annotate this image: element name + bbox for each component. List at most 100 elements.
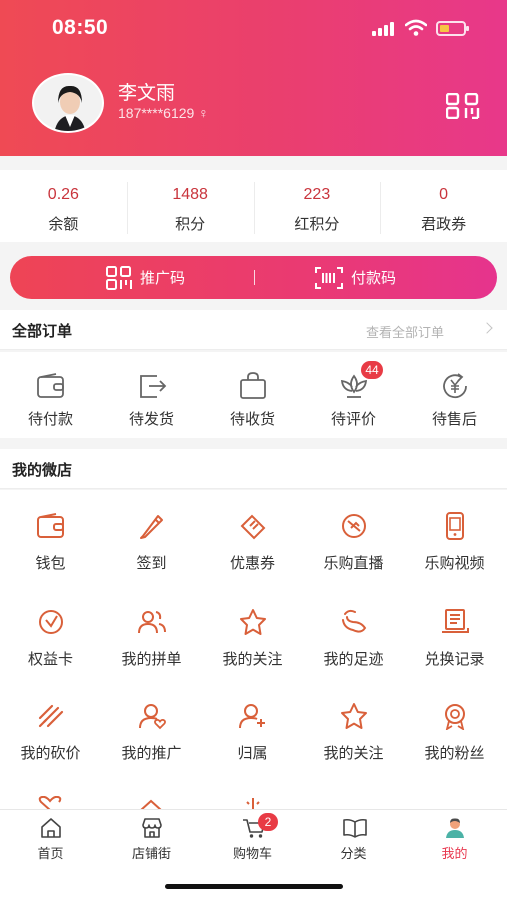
shop-item-label: 我的足迹 [323,651,384,668]
stat-value: 0.26 [47,186,79,203]
coupon-icon [240,514,266,540]
barcode-icon [315,266,343,289]
tab-home[interactable]: 首页 [0,810,101,870]
group-icon [138,611,166,634]
promo-code-button[interactable]: 推广码 [106,256,185,299]
yen-refresh-icon [443,373,467,399]
home-indicator[interactable] [165,884,343,889]
view-all-orders-link[interactable]: 查看全部订单 [366,322,444,341]
shop-item-label: 乐购直播 [323,555,384,572]
stat-points[interactable]: 1488 积分 [126,170,254,242]
wifi-icon [405,19,427,36]
stat-label: 积分 [175,216,206,233]
shop-item-wallet[interactable]: 钱包 [0,490,101,586]
profile-page: 08:50 李文雨 187****6129 ♀ 0.26 余额 1488 积分 … [0,0,507,900]
pay-code-button[interactable]: 付款码 [315,256,396,299]
person-icon [446,818,464,838]
order-status-row: 待付款 待发货 待收货 44 待评价 待售后 [0,352,507,438]
order-after-sales[interactable]: 待售后 [404,352,505,438]
stat-value: 1488 [172,186,208,203]
stat-label: 余额 [48,216,79,233]
home-icon [41,818,61,838]
shop-header: 我的微店 [0,449,507,489]
user-name: 李文雨 [118,83,176,104]
shop-item-checkin[interactable]: 签到 [101,490,202,586]
shop-item-follow-2[interactable]: 我的关注 [303,680,404,776]
phone-icon [446,512,464,540]
tab-label: 店铺街 [131,846,171,861]
tab-mine[interactable]: 我的 [404,810,505,870]
battery-icon [436,21,469,36]
footprint-icon [342,609,367,633]
shop-item-promotion[interactable]: 我的推广 [101,680,202,776]
stat-vouchers[interactable]: 0 君政券 [380,170,507,242]
shop-item-label: 钱包 [35,555,66,572]
stat-label: 红积分 [294,216,340,233]
shop-item-label: 我的关注 [323,745,384,762]
stat-red-points[interactable]: 223 红积分 [253,170,381,242]
sparkle-icon [246,798,260,810]
book-open-icon [343,818,367,838]
shop-grid: 钱包 签到 优惠券 乐购直播 乐购视频 权益卡 我的拼单 我的关注 我的足迹 兑… [0,490,507,810]
review-count-badge: 44 [361,361,383,379]
shop-item-bargain[interactable]: 我的砍价 [0,680,101,776]
status-time: 08:50 [52,16,109,39]
wallet-icon [37,373,64,398]
stat-value: 223 [303,186,331,203]
qr-code-icon[interactable] [446,93,480,119]
shop-item-coupon[interactable]: 优惠券 [202,490,303,586]
tab-label: 首页 [37,846,64,861]
order-pending-receipt[interactable]: 待收货 [202,352,303,438]
order-label: 待发货 [128,411,174,428]
shop-item-follow[interactable]: 我的关注 [202,586,303,682]
shop-item-label: 权益卡 [27,651,73,668]
shop-item-video[interactable]: 乐购视频 [404,490,505,586]
order-pending-review[interactable]: 44 待评价 [303,352,404,438]
shop-title: 我的微店 [12,462,73,479]
tab-label: 我的 [441,846,468,861]
tab-store-street[interactable]: 店铺街 [101,810,202,870]
stat-label: 君政券 [421,216,467,233]
avatar[interactable] [32,73,104,133]
avatar-photo [34,75,102,131]
tab-label: 分类 [340,846,367,861]
order-label: 待付款 [27,411,73,428]
star-icon [240,609,266,635]
stat-balance[interactable]: 0.26 余额 [0,170,127,242]
shop-item-live[interactable]: 乐购直播 [303,490,404,586]
code-bar: 推广码 付款码 [10,256,497,299]
shop-item-label: 我的砍价 [20,745,81,762]
shop-item-group-buy[interactable]: 我的拼单 [101,586,202,682]
book-icon [442,609,469,633]
pen-icon [140,515,163,539]
shop-item-label: 我的关注 [222,651,283,668]
shop-item-exchange-log[interactable]: 兑换记录 [404,586,505,682]
shop-item-belonging[interactable]: 归属 [202,680,303,776]
orders-header: 全部订单 查看全部订单 [0,310,507,350]
stat-value: 0 [439,186,449,203]
shop-item-label: 签到 [136,555,167,572]
shop-item-label: 乐购视频 [424,555,485,572]
shop-item-footprint[interactable]: 我的足迹 [303,586,404,682]
user-heart-icon [139,704,166,730]
shop-item-label: 兑换记录 [424,651,485,668]
shop-item-label: 我的推广 [121,745,182,762]
gender-icon: ♀ [198,105,209,121]
bargain-icon [38,704,64,728]
order-pending-shipment[interactable]: 待发货 [101,352,202,438]
shop-item-label: 我的粉丝 [424,745,485,762]
bag-icon [240,372,266,399]
orders-title: 全部订单 [12,323,73,340]
cart-count-badge: 2 [258,813,278,831]
shop-item-fans[interactable]: 我的粉丝 [404,680,505,776]
order-pending-payment[interactable]: 待付款 [0,352,101,438]
pay-code-label: 付款码 [351,270,397,287]
shop-item-benefit-card[interactable]: 权益卡 [0,586,101,682]
order-label: 待售后 [431,411,477,428]
user-phone: 187****6129 ♀ [118,105,209,121]
promo-code-label: 推广码 [140,270,186,287]
store-icon [142,818,162,838]
heart-icon [38,796,62,810]
tab-category[interactable]: 分类 [303,810,404,870]
tab-cart[interactable]: 2 购物车 [202,810,303,870]
